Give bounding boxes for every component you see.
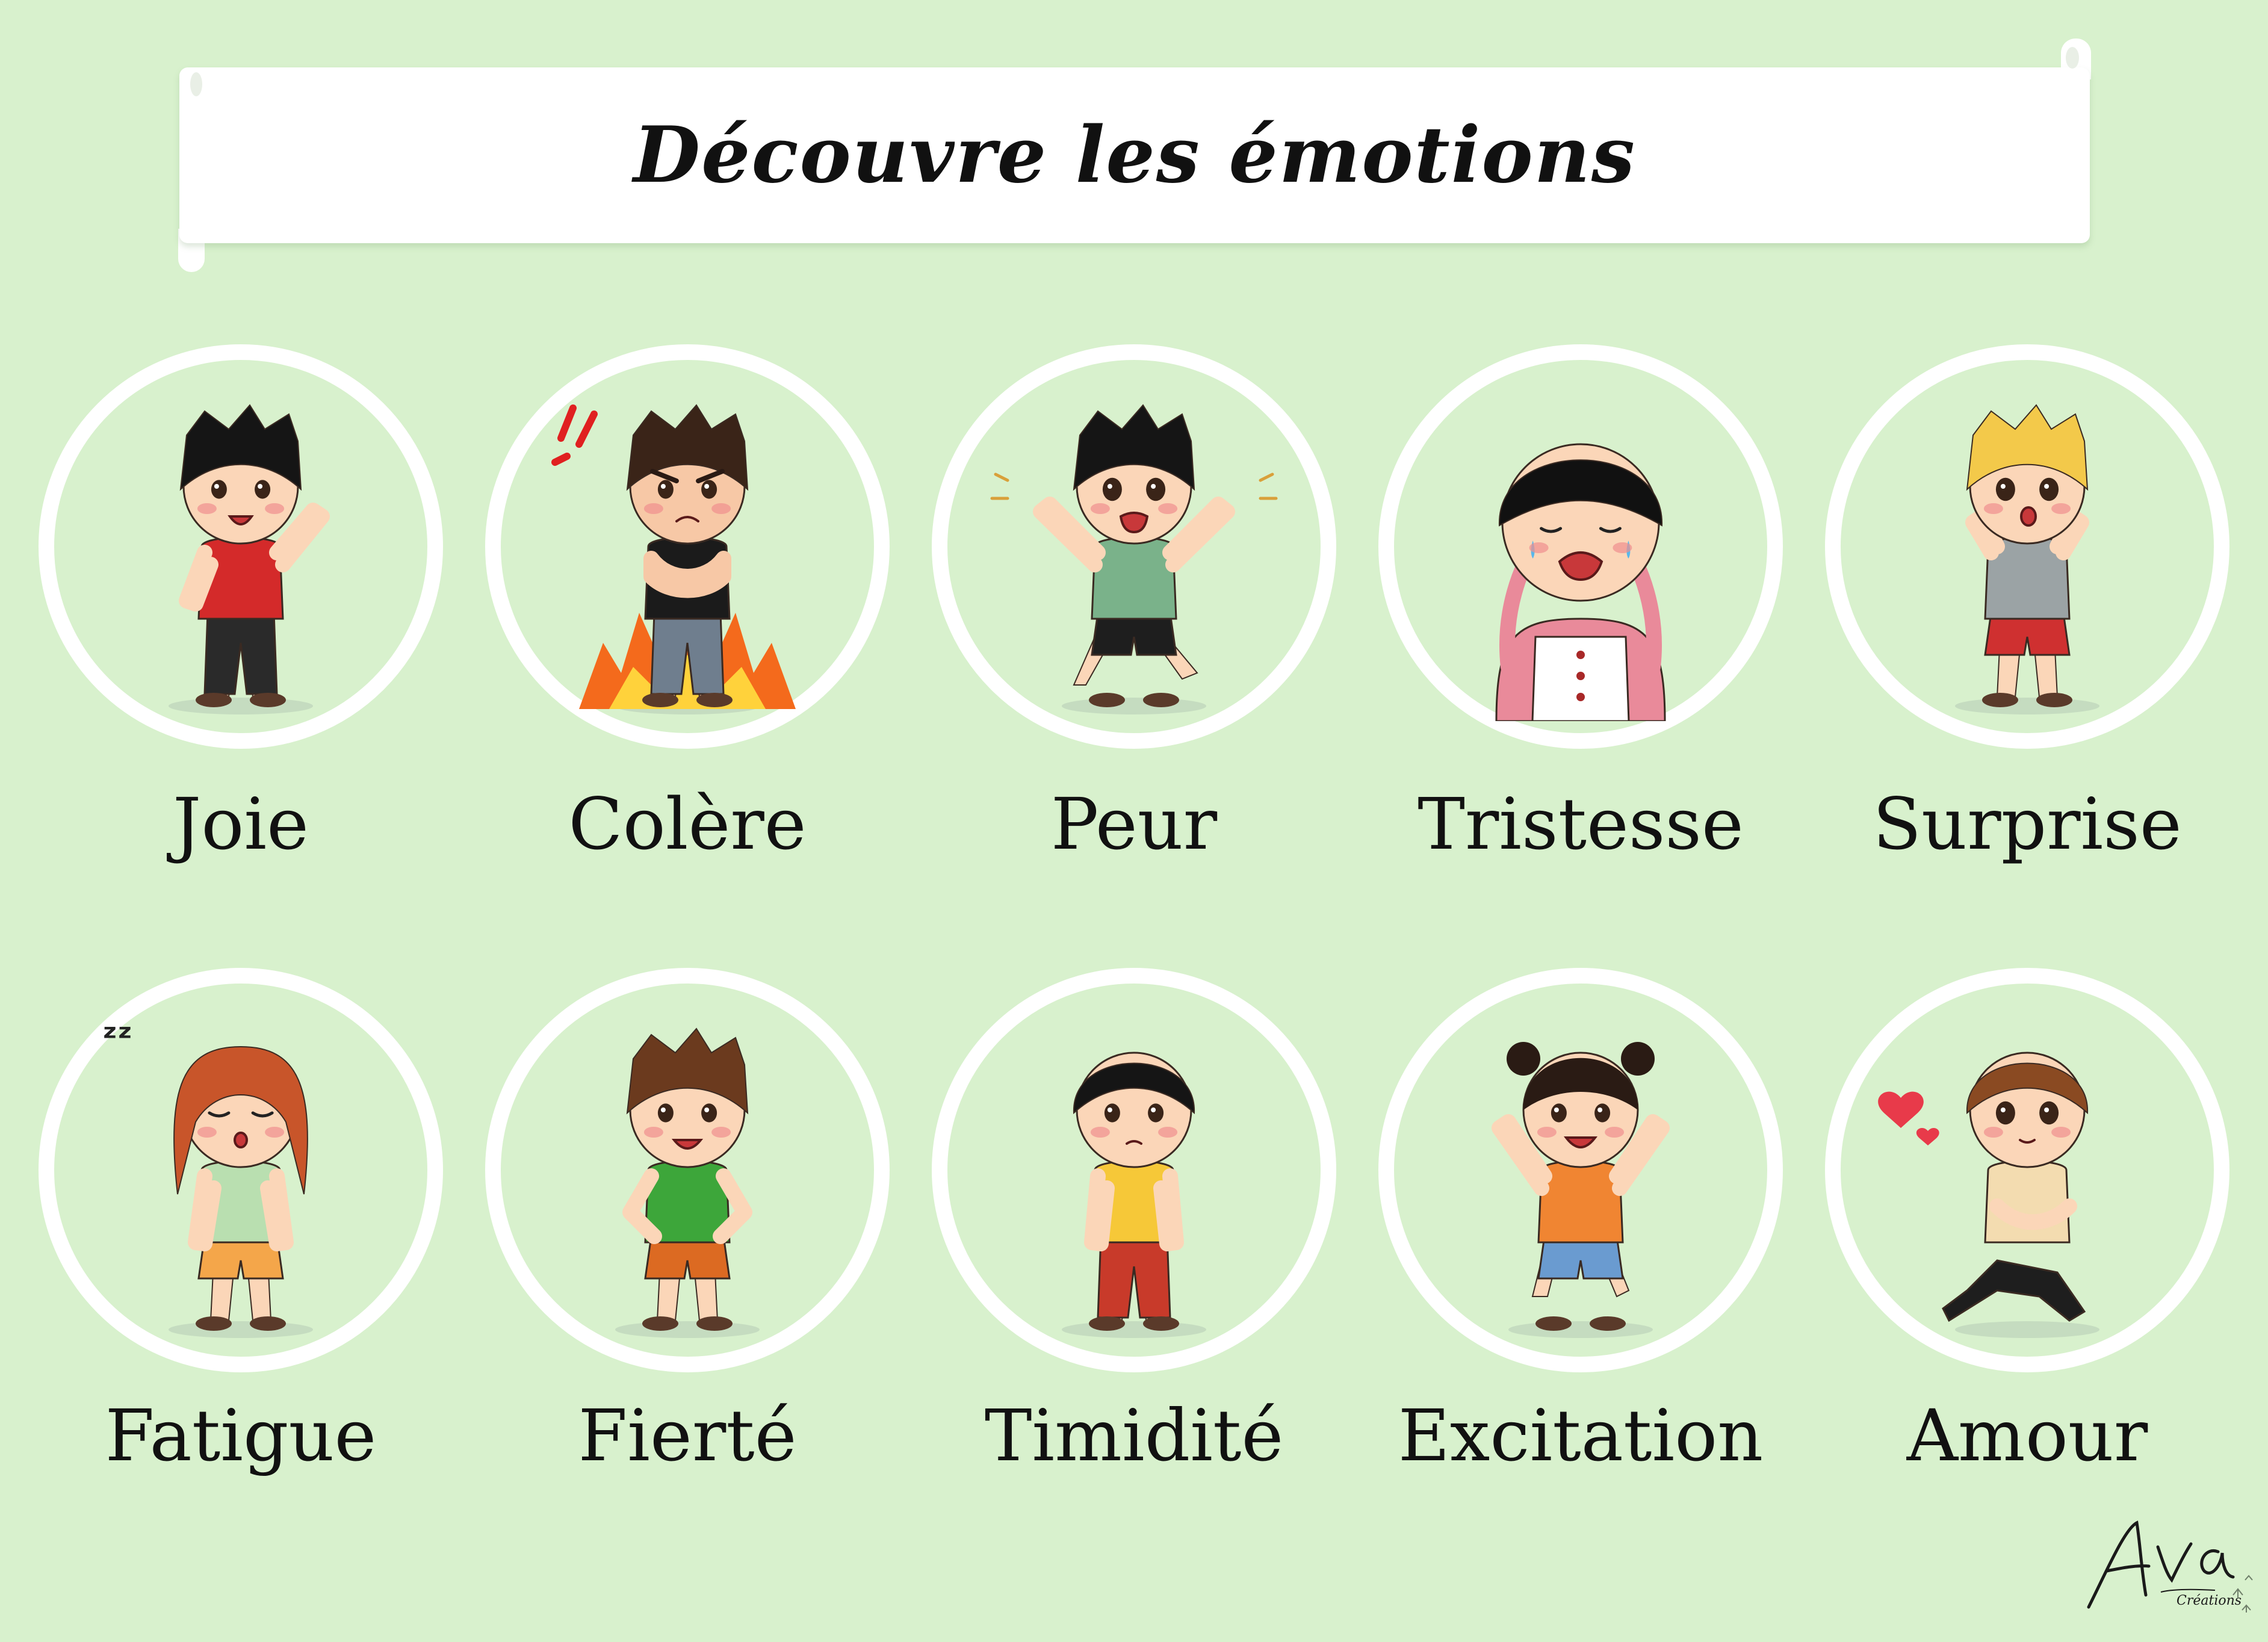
- child-illustration: [1878, 1052, 2099, 1338]
- emotion-illustration-circle: [39, 344, 443, 749]
- child-illustration: [551, 404, 796, 714]
- emotion-illustration-circle: [932, 968, 1336, 1372]
- child-figure: ᶻᶻ: [102, 1017, 313, 1338]
- sleep-z-icon: ᶻᶻ: [102, 1017, 132, 1059]
- emotion-illustration-circle: [932, 344, 1336, 749]
- child-figure: [169, 404, 330, 714]
- child-mouth: [233, 1132, 249, 1148]
- child-mouth: [1119, 512, 1149, 534]
- child-illustration: [1955, 404, 2099, 714]
- child-figure: [551, 404, 796, 714]
- child-figure: [1492, 1042, 1670, 1338]
- child-mouth: [2019, 506, 2037, 527]
- emotion-label: Fatigue: [105, 1394, 377, 1477]
- child-illustration: [1495, 443, 1666, 721]
- exclamation-icon: [551, 404, 598, 466]
- child-illustration: [1492, 1042, 1670, 1338]
- child-figure: [1495, 443, 1666, 721]
- emotion-illustration-circle: [1378, 344, 1783, 749]
- emotion-label: Fierté: [578, 1394, 797, 1477]
- child-illustration: [990, 404, 1278, 714]
- emotion-illustration-circle: ᶻᶻ: [39, 968, 443, 1372]
- heart-icon: [1878, 1091, 1924, 1128]
- emotion-illustration-circle: [1825, 968, 2229, 1372]
- child-figure: [1955, 404, 2099, 714]
- emotion-illustration-circle: [1825, 344, 2229, 749]
- heart-icon: [1916, 1128, 1939, 1145]
- page-title: Découvre les émotions: [633, 110, 1636, 200]
- child-figure: [990, 404, 1278, 714]
- emotion-illustration-circle: [1378, 968, 1783, 1372]
- emotion-illustration-circle: [485, 968, 890, 1372]
- emotion-label: Timidité: [984, 1394, 1284, 1477]
- emotion-label: Colère: [568, 782, 807, 866]
- child-illustration: [1062, 1052, 1206, 1338]
- child-illustration: [615, 1027, 760, 1338]
- emotion-illustration-circle: [485, 344, 890, 749]
- child-illustration: ᶻᶻ: [102, 1017, 313, 1338]
- emotion-label: Amour: [1906, 1394, 2148, 1477]
- banner-curl-right-detail: [2066, 47, 2079, 69]
- child-figure: [615, 1027, 760, 1338]
- child-figure: [1878, 1052, 2099, 1338]
- emotion-label: Excitation: [1398, 1394, 1764, 1477]
- emotion-label: Tristesse: [1418, 782, 1744, 866]
- emotion-label: Peur: [1050, 782, 1218, 866]
- emotion-label: Surprise: [1873, 782, 2182, 866]
- ava-creations-logo: Créations: [2087, 1520, 2253, 1613]
- svg-text:Créations: Créations: [2177, 1593, 2242, 1608]
- emotion-label: Joie: [173, 782, 309, 866]
- child-figure: [1062, 1052, 1206, 1338]
- child-illustration: [169, 404, 330, 714]
